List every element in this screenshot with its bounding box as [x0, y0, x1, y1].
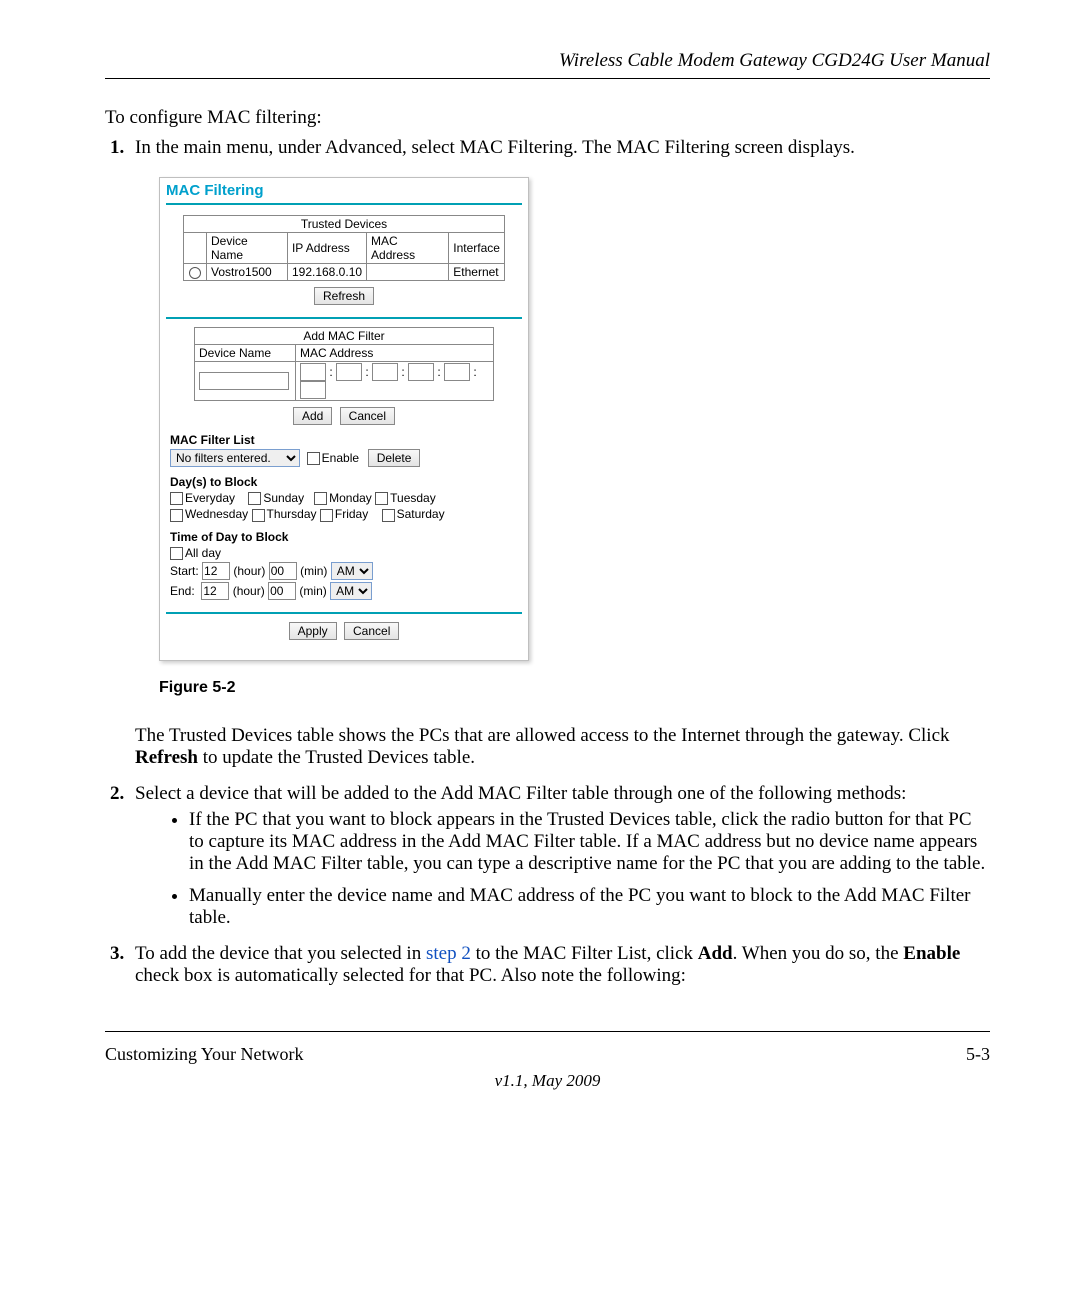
- hour-label-1: (hour): [233, 564, 265, 578]
- header-rule: [105, 78, 990, 79]
- devname-cell: [195, 362, 296, 401]
- step-3: To add the device that you selected in s…: [129, 943, 990, 987]
- add-mac-filter-table: Add MAC Filter Device Name MAC Address :…: [194, 327, 494, 401]
- refresh-button[interactable]: Refresh: [314, 287, 374, 305]
- step-3-post: check box is automatically selected for …: [135, 965, 686, 986]
- start-hour-input[interactable]: [202, 562, 230, 580]
- add-mac-filter-header: Add MAC Filter: [195, 328, 494, 345]
- apply-button[interactable]: Apply: [289, 622, 337, 640]
- enable-bold: Enable: [903, 943, 960, 964]
- chk-friday[interactable]: [320, 509, 333, 522]
- post-fig-pre: The Trusted Devices table shows the PCs …: [135, 725, 950, 746]
- hour-label-2: (hour): [233, 584, 265, 598]
- mac-input-6[interactable]: [300, 381, 326, 399]
- enable-label: Enable: [322, 451, 359, 465]
- lbl-thursday: Thursday: [267, 507, 317, 521]
- mac-filter-list-label: MAC Filter List: [170, 433, 528, 447]
- col-mac-address: MAC Address: [367, 233, 449, 264]
- chk-everyday[interactable]: [170, 492, 183, 505]
- end-ampm-select[interactable]: AM: [330, 582, 372, 600]
- footer-rule: [105, 1031, 990, 1032]
- end-label: End:: [170, 584, 195, 598]
- header-title: Wireless Cable Modem Gateway CGD24G User…: [105, 50, 990, 72]
- add-button[interactable]: Add: [293, 407, 332, 425]
- cancel-button-2[interactable]: Cancel: [344, 622, 399, 640]
- footer-left: Customizing Your Network: [105, 1044, 304, 1065]
- row-interface: Ethernet: [449, 264, 505, 281]
- step-3-mid: to the MAC Filter List, click: [471, 943, 698, 964]
- fig-rule-1: [166, 203, 522, 205]
- mac-input-2[interactable]: [336, 363, 362, 381]
- add-bold: Add: [698, 943, 733, 964]
- end-hour-input[interactable]: [201, 582, 229, 600]
- step-3-mid2: . When you do so, the: [733, 943, 904, 964]
- fig-rule-2: [166, 317, 522, 319]
- chk-monday[interactable]: [314, 492, 327, 505]
- lbl-saturday: Saturday: [397, 507, 445, 521]
- min-label-1: (min): [300, 564, 327, 578]
- step-2: Select a device that will be added to th…: [129, 783, 990, 929]
- min-label-2: (min): [299, 584, 326, 598]
- intro-text: To configure MAC filtering:: [105, 107, 990, 129]
- mac-filter-select[interactable]: No filters entered.: [170, 449, 300, 467]
- time-of-day-label: Time of Day to Block: [170, 530, 528, 544]
- col-select: [184, 233, 207, 264]
- lbl-sunday: Sunday: [263, 491, 304, 505]
- mac-input-3[interactable]: [372, 363, 398, 381]
- step-2-text: Select a device that will be added to th…: [135, 783, 906, 804]
- figure-caption: Figure 5-2: [159, 679, 990, 697]
- step-3-pre: To add the device that you selected in: [135, 943, 426, 964]
- chk-sunday[interactable]: [248, 492, 261, 505]
- start-ampm-select[interactable]: AM: [331, 562, 373, 580]
- fig-rule-3: [166, 612, 522, 614]
- enable-checkbox[interactable]: [307, 452, 320, 465]
- days-to-block-label: Day(s) to Block: [170, 475, 528, 489]
- row-device-name: Vostro1500: [207, 264, 288, 281]
- lbl-tuesday: Tuesday: [390, 491, 436, 505]
- device-name-input[interactable]: [199, 372, 289, 390]
- delete-button[interactable]: Delete: [368, 449, 421, 467]
- end-min-input[interactable]: [268, 582, 296, 600]
- figure-mac-filtering: MAC Filtering Trusted Devices Device Nam…: [159, 177, 529, 661]
- chk-saturday[interactable]: [382, 509, 395, 522]
- lbl-wednesday: Wednesday: [185, 507, 248, 521]
- step-2-bullet-1: If the PC that you want to block appears…: [189, 809, 990, 875]
- mac-input-4[interactable]: [408, 363, 434, 381]
- trusted-devices-table: Trusted Devices Device Name IP Address M…: [183, 215, 505, 281]
- mac-input-1[interactable]: [300, 363, 326, 381]
- trusted-devices-header: Trusted Devices: [184, 216, 505, 233]
- chk-wednesday[interactable]: [170, 509, 183, 522]
- step-2-bullet-2: Manually enter the device name and MAC a…: [189, 885, 990, 929]
- post-fig-post: to update the Trusted Devices table.: [198, 747, 475, 768]
- lbl-allday: All day: [185, 546, 221, 560]
- fig-title: MAC Filtering: [160, 178, 528, 201]
- footer-right: 5-3: [966, 1044, 990, 1065]
- mac-input-5[interactable]: [444, 363, 470, 381]
- lbl-friday: Friday: [335, 507, 368, 521]
- lbl-everyday: Everyday: [185, 491, 235, 505]
- step-2-link[interactable]: step 2: [426, 943, 471, 964]
- row-mac: [367, 264, 449, 281]
- footer-version: v1.1, May 2009: [105, 1071, 990, 1091]
- add-devname-label: Device Name: [195, 345, 296, 362]
- step-1-text: In the main menu, under Advanced, select…: [135, 137, 855, 158]
- col-ip-address: IP Address: [287, 233, 366, 264]
- col-device-name: Device Name: [207, 233, 288, 264]
- start-min-input[interactable]: [269, 562, 297, 580]
- start-label: Start:: [170, 564, 199, 578]
- step-1: In the main menu, under Advanced, select…: [129, 137, 990, 769]
- add-mac-label: MAC Address: [296, 345, 494, 362]
- refresh-bold: Refresh: [135, 747, 198, 768]
- lbl-monday: Monday: [329, 491, 372, 505]
- chk-thursday[interactable]: [252, 509, 265, 522]
- radio-icon: [189, 267, 201, 279]
- chk-allday[interactable]: [170, 547, 183, 560]
- row-radio[interactable]: [184, 264, 207, 281]
- post-figure-paragraph: The Trusted Devices table shows the PCs …: [135, 725, 990, 769]
- col-interface: Interface: [449, 233, 505, 264]
- cancel-button-1[interactable]: Cancel: [340, 407, 395, 425]
- mac-cell: : : : : :: [296, 362, 494, 401]
- row-ip: 192.168.0.10: [287, 264, 366, 281]
- chk-tuesday[interactable]: [375, 492, 388, 505]
